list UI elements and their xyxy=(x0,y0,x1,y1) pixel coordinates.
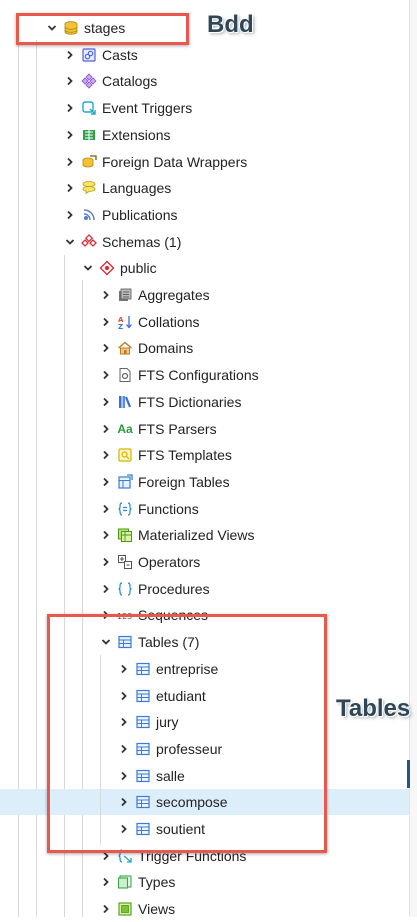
tree-node-fts-configurations[interactable]: FTS Configurations xyxy=(0,362,409,388)
catalogs-icon xyxy=(81,68,97,94)
tree-node-label: Casts xyxy=(102,47,138,63)
aggregates-icon xyxy=(117,282,133,308)
schemas-icon xyxy=(81,229,97,255)
tree-node-label: Procedures xyxy=(138,581,210,597)
chevron-right-icon[interactable] xyxy=(64,175,76,201)
chevron-right-icon[interactable] xyxy=(100,522,112,548)
chevron-right-icon[interactable] xyxy=(100,282,112,308)
tree-node-aggregates[interactable]: Aggregates xyxy=(0,282,409,308)
chevron-right-icon[interactable] xyxy=(100,416,112,442)
tree-node-label: Event Triggers xyxy=(102,100,193,116)
tree-node-fts-templates[interactable]: FTS Templates xyxy=(0,442,409,468)
bdd-annotation-label: Bdd xyxy=(207,11,254,38)
tree-node-label: Languages xyxy=(102,180,172,196)
tree-node-label: Domains xyxy=(138,340,194,356)
tree-node-label: Publications xyxy=(102,207,178,223)
svg-text:Z: Z xyxy=(118,323,123,330)
extensions-icon xyxy=(81,122,97,148)
tree-node-fts-parsers[interactable]: Aa FTS Parsers xyxy=(0,416,409,442)
chevron-right-icon[interactable] xyxy=(64,122,76,148)
tree-node-label: Functions xyxy=(138,501,199,517)
chevron-right-icon[interactable] xyxy=(100,549,112,575)
tree-node-label: Types xyxy=(138,874,176,890)
fts-configurations-icon xyxy=(117,362,133,388)
chevron-right-icon[interactable] xyxy=(100,442,112,468)
types-icon xyxy=(117,869,133,895)
chevron-right-icon[interactable] xyxy=(64,95,76,121)
tree-node-procedures[interactable]: Procedures xyxy=(0,576,409,602)
tree-node-extensions[interactable]: Extensions xyxy=(0,122,409,148)
tree-node-label: Foreign Data Wrappers xyxy=(102,154,248,170)
bdd-highlight-box xyxy=(16,13,189,45)
event-triggers-icon xyxy=(81,95,97,121)
tree-node-casts[interactable]: Casts xyxy=(0,42,409,68)
schema-icon xyxy=(99,255,115,281)
chevron-right-icon[interactable] xyxy=(100,309,112,335)
languages-icon xyxy=(81,175,97,201)
tree-node-label: Schemas (1) xyxy=(102,234,182,250)
chevron-right-icon[interactable] xyxy=(100,496,112,522)
tree-node-collations[interactable]: A Z Collations xyxy=(0,309,409,335)
tree-node-operators[interactable]: Operators xyxy=(0,549,409,575)
tree-node-label: Catalogs xyxy=(102,73,158,89)
tree-node-label: FTS Templates xyxy=(138,447,232,463)
tree-node-label: Operators xyxy=(138,554,201,570)
tables-annotation-label: Tables xyxy=(336,695,411,722)
tree-node-functions[interactable]: Functions xyxy=(0,496,409,522)
foreign-data-wrappers-icon xyxy=(81,149,97,175)
chevron-right-icon[interactable] xyxy=(64,68,76,94)
fts-dictionaries-icon xyxy=(117,389,133,415)
fts-templates-icon xyxy=(117,442,133,468)
selection-indicator xyxy=(407,760,410,788)
tree-node-label: Materialized Views xyxy=(138,527,255,543)
chevron-right-icon[interactable] xyxy=(64,42,76,68)
tree-node-label: FTS Dictionaries xyxy=(138,394,242,410)
tree-node-schema[interactable]: public xyxy=(0,255,409,281)
chevron-right-icon[interactable] xyxy=(100,869,112,895)
tree-node-label: FTS Parsers xyxy=(138,421,217,437)
tree-node-catalogs[interactable]: Catalogs xyxy=(0,68,409,94)
tree-node-types[interactable]: Types xyxy=(0,869,409,895)
procedures-icon xyxy=(117,576,133,602)
tree-node-foreign-data-wrappers[interactable]: Foreign Data Wrappers xyxy=(0,149,409,175)
fts-parsers-icon: Aa xyxy=(117,422,133,436)
tree-node-label: public xyxy=(120,260,157,276)
chevron-down-icon[interactable] xyxy=(82,255,94,281)
tree-node-schemas[interactable]: Schemas (1) xyxy=(0,229,409,255)
views-icon xyxy=(117,896,133,922)
domains-icon xyxy=(117,335,133,361)
tree-node-label: FTS Configurations xyxy=(138,367,259,383)
chevron-down-icon[interactable] xyxy=(64,229,76,255)
tree-node-fts-dictionaries[interactable]: FTS Dictionaries xyxy=(0,389,409,415)
tree-node-publications[interactable]: Publications xyxy=(0,202,409,228)
tables-highlight-box xyxy=(47,614,327,853)
chevron-right-icon[interactable] xyxy=(64,149,76,175)
chevron-right-icon[interactable] xyxy=(100,389,112,415)
tree-node-label: Views xyxy=(138,901,176,917)
tree-node-label: Aggregates xyxy=(138,287,210,303)
casts-icon xyxy=(81,42,97,68)
chevron-right-icon[interactable] xyxy=(100,362,112,388)
chevron-right-icon[interactable] xyxy=(100,576,112,602)
tree-node-domains[interactable]: Domains xyxy=(0,335,409,361)
tree-node-materialized-views[interactable]: Materialized Views xyxy=(0,522,409,548)
chevron-right-icon[interactable] xyxy=(100,896,112,922)
chevron-right-icon[interactable] xyxy=(100,335,112,361)
publications-icon xyxy=(81,202,97,228)
operators-icon xyxy=(117,549,133,575)
tree-node-languages[interactable]: Languages xyxy=(0,175,409,201)
collations-icon: AZ xyxy=(117,309,133,335)
materialized-views-icon xyxy=(117,522,133,548)
tree-node-event-triggers[interactable]: Event Triggers xyxy=(0,95,409,121)
panel-edge xyxy=(409,0,417,917)
tree-node-views[interactable]: Views xyxy=(0,896,409,922)
tree-node-foreign-tables[interactable]: Foreign Tables xyxy=(0,469,409,495)
chevron-right-icon[interactable] xyxy=(64,202,76,228)
functions-icon xyxy=(117,496,133,522)
chevron-right-icon[interactable] xyxy=(100,469,112,495)
foreign-tables-icon xyxy=(117,469,133,495)
tree-node-label: Foreign Tables xyxy=(138,474,230,490)
tree-node-label: Collations xyxy=(138,314,200,330)
tree-node-label: Extensions xyxy=(102,127,171,143)
